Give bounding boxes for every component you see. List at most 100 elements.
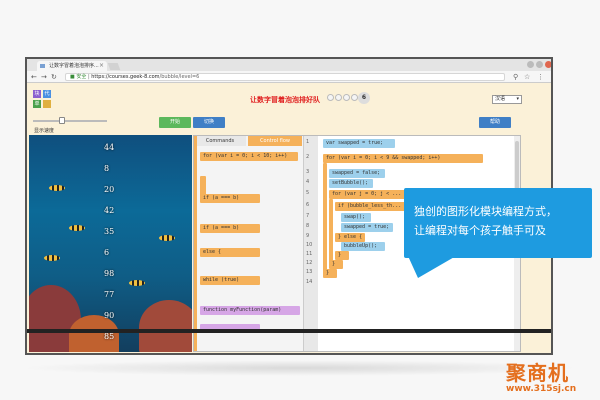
palette-block[interactable]: for (var i = 0; i < 10; i++): [200, 152, 298, 161]
line-number: 8: [306, 223, 310, 229]
browser-tab[interactable]: 让数字冒着泡泡排序... ×: [37, 61, 107, 71]
palette-block-bracket: [200, 176, 206, 196]
page-title: 让数字冒着泡泡排好队: [250, 96, 320, 104]
line-number: 13: [306, 269, 313, 275]
browser-titlebar: 让数字冒着泡泡排序... ×: [27, 59, 551, 71]
progress-dot: [335, 94, 342, 101]
close-tab-icon[interactable]: ×: [99, 61, 104, 71]
tab-commands[interactable]: Commands: [194, 136, 246, 146]
start-button[interactable]: 开始: [159, 117, 191, 128]
forward-icon[interactable]: →: [41, 73, 47, 81]
page-icon: [40, 64, 45, 68]
close-window-icon[interactable]: [545, 61, 551, 68]
palette-accent-bar: [194, 136, 197, 351]
palette-block[interactable]: if (a === b): [200, 224, 260, 233]
scrollbar-thumb[interactable]: [515, 141, 519, 191]
fish-decoration: [159, 235, 175, 241]
level-mode-button[interactable]: [43, 100, 51, 108]
code-block: }: [323, 269, 337, 278]
palette-block[interactable]: function myFunction(param): [200, 306, 300, 315]
back-icon[interactable]: ←: [31, 73, 37, 81]
fish-decoration: [69, 225, 85, 231]
stage-number: 77: [104, 290, 115, 299]
code-block: }: [329, 260, 343, 269]
search-icon[interactable]: ⚲: [513, 73, 518, 81]
fish-decoration: [44, 255, 60, 261]
block-palette: Commands Control flow for (var i = 0; i …: [194, 136, 304, 351]
reload-icon[interactable]: ↻: [51, 73, 57, 81]
stage-number: 20: [104, 185, 115, 194]
code-block: }: [335, 251, 349, 260]
coral-decoration: [139, 300, 192, 352]
palette-block[interactable]: while (true): [200, 276, 260, 285]
lock-icon: ■: [70, 74, 75, 80]
language-select[interactable]: 汉语 ▾: [492, 95, 522, 104]
url-host: https://courses.geek-8.com: [91, 74, 160, 80]
callout-pointer: [408, 256, 456, 278]
star-icon[interactable]: ☆: [524, 73, 530, 81]
stage-number: 98: [104, 269, 115, 278]
line-number: 11: [306, 251, 313, 257]
line-number: 14: [306, 279, 313, 285]
line-number: 6: [306, 202, 310, 208]
speed-slider[interactable]: [33, 117, 107, 124]
line-number: 1: [306, 139, 310, 145]
stage-number: 44: [104, 143, 115, 152]
callout-text: 独创的图形化模块编程方式， 让编程对每个孩子触手可及: [414, 202, 590, 240]
code-block[interactable]: var swapped = true;: [323, 139, 395, 148]
new-tab-button[interactable]: [107, 63, 121, 70]
slider-handle[interactable]: [59, 117, 65, 124]
tab-control-flow[interactable]: Control flow: [248, 136, 302, 146]
secure-label: 安全: [76, 74, 87, 80]
speed-label: 显示速度: [34, 128, 55, 134]
window-bottom-bar: [27, 329, 551, 333]
chevron-down-icon: ▾: [516, 96, 519, 102]
palette-block[interactable]: if (a === b): [200, 194, 260, 203]
progress-dot: [351, 94, 358, 101]
maximize-icon[interactable]: [536, 61, 543, 68]
code-block[interactable]: setBubble();: [329, 179, 373, 188]
code-block[interactable]: } else {: [335, 233, 365, 242]
line-number: 10: [306, 242, 313, 248]
url-field[interactable]: ■ 安全 | https://courses.geek-8.com/bubble…: [65, 73, 505, 81]
line-number: 5: [306, 190, 310, 196]
callout-line: 让编程对每个孩子触手可及: [414, 224, 546, 237]
code-block[interactable]: swap();: [341, 213, 371, 222]
code-mode-button[interactable]: 代: [43, 90, 51, 98]
fish-decoration: [49, 185, 65, 191]
stage-number: 85: [104, 332, 115, 341]
code-block-bracket: [323, 163, 327, 275]
feature-callout: 独创的图形化模块编程方式， 让编程对每个孩子触手可及: [404, 188, 592, 258]
fish-decoration: [129, 280, 145, 286]
address-bar-row: ← → ↻ ■ 安全 | https://courses.geek-8.com/…: [27, 71, 551, 83]
language-value: 汉语: [495, 96, 506, 102]
stage-number: 90: [104, 311, 115, 320]
stage-number: 8: [104, 164, 110, 173]
stage-number: 6: [104, 248, 110, 257]
minimize-icon[interactable]: [527, 61, 534, 68]
code-block[interactable]: bubbleUp();: [341, 242, 385, 251]
tab-title: 让数字冒着泡泡排序...: [49, 63, 99, 69]
code-block[interactable]: swapped = false;: [329, 169, 385, 178]
code-block[interactable]: swapped = true;: [341, 223, 393, 232]
single-mode-button[interactable]: 单: [33, 100, 41, 108]
code-block-bracket: [329, 199, 333, 267]
line-number: 7: [306, 213, 310, 219]
block-mode-button[interactable]: 块: [33, 90, 41, 98]
help-button[interactable]: 帮助: [479, 117, 511, 128]
watermark-url: www.315sj.cn: [506, 384, 577, 394]
code-block[interactable]: if (bubble_less_th...: [335, 202, 415, 211]
callout-line: 独创的图形化模块编程方式，: [414, 205, 557, 218]
palette-block[interactable]: else {: [200, 248, 260, 257]
watermark-logo: 聚商机: [506, 361, 569, 385]
progress-dot: [327, 94, 334, 101]
window-shadow: [20, 360, 580, 376]
menu-icon[interactable]: ⋮: [537, 73, 544, 81]
progress-dots: [327, 94, 358, 103]
progress-dot: [343, 94, 350, 101]
stage-number: 42: [104, 206, 115, 215]
code-block[interactable]: for (var i = 0; i < 9 && swapped; i++): [323, 154, 483, 163]
switch-button[interactable]: 切换: [193, 117, 225, 128]
stage-panel: 44 8 20 42 35 6 98 77 90 85: [29, 135, 192, 352]
line-number: 4: [306, 179, 310, 185]
